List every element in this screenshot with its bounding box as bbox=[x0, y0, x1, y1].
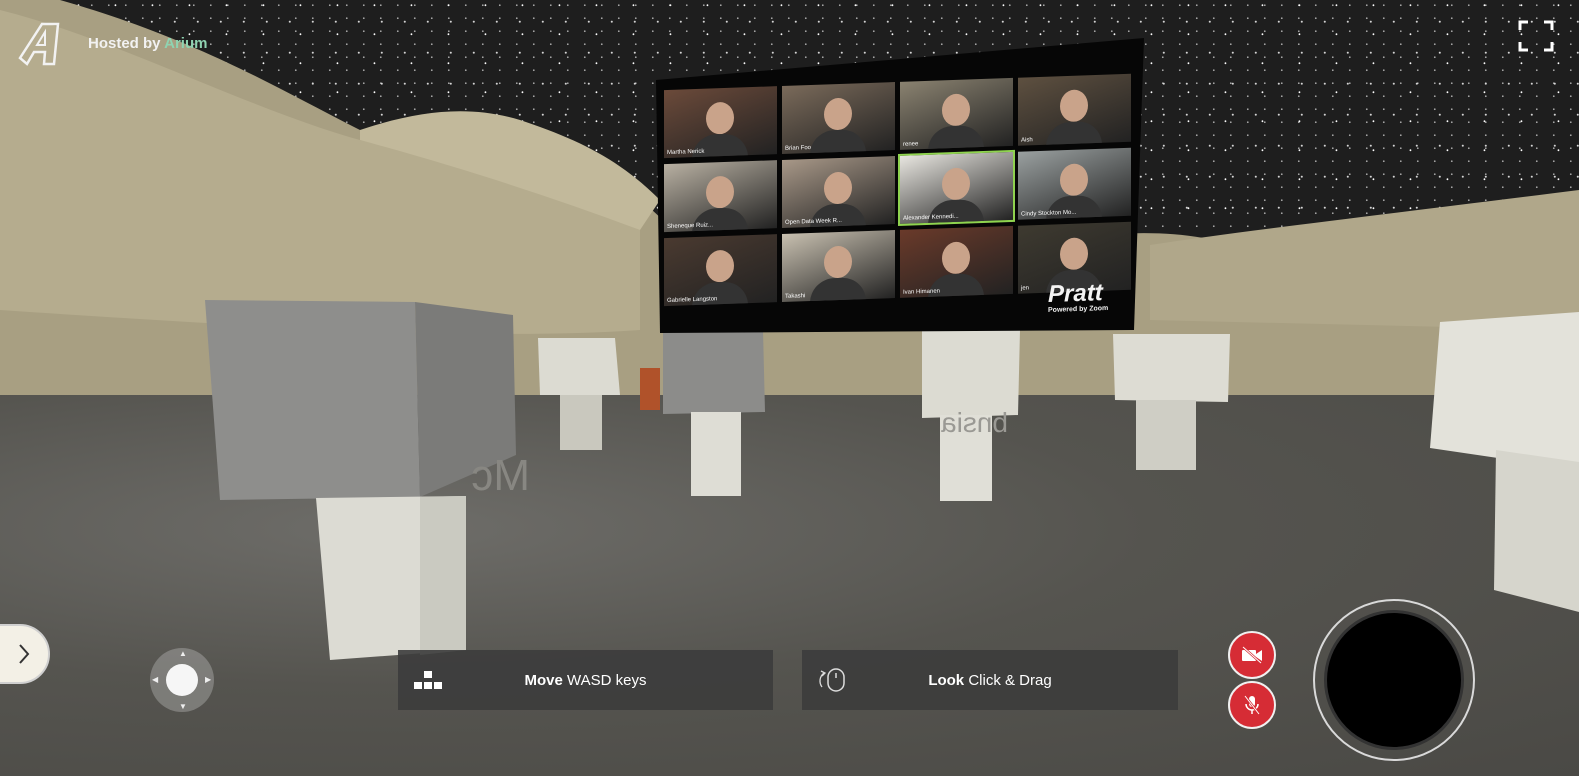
participant-figure bbox=[824, 97, 852, 131]
participant-figure bbox=[706, 175, 734, 209]
fullscreen-button[interactable] bbox=[1518, 20, 1554, 52]
participant-figure bbox=[942, 241, 970, 275]
participant-figure bbox=[942, 93, 970, 127]
participant-figure bbox=[824, 245, 852, 279]
joystick-knob[interactable] bbox=[166, 664, 198, 696]
arium-logo-icon[interactable] bbox=[14, 18, 64, 70]
participant-figure bbox=[824, 171, 852, 205]
participant-name: jen bbox=[1021, 285, 1030, 292]
participant-tile: Takashi bbox=[782, 230, 895, 302]
move-keys-label: WASD keys bbox=[567, 671, 647, 689]
camera-toggle-button[interactable] bbox=[1228, 631, 1276, 679]
look-action-label: Look bbox=[928, 671, 965, 689]
self-video-feed bbox=[1324, 610, 1464, 750]
look-hint: Look Click & Drag bbox=[802, 650, 1178, 710]
participant-tile: Open Data Week R... bbox=[782, 156, 895, 228]
participant-name: renee bbox=[903, 141, 919, 148]
participant-tile: Alexander Kennedi... bbox=[898, 149, 1015, 226]
mic-off-icon bbox=[1244, 695, 1260, 715]
fullscreen-icon bbox=[1518, 20, 1554, 52]
joystick-down-arrow: ▼ bbox=[179, 702, 187, 711]
keyboard-keys-icon bbox=[398, 669, 458, 691]
participant-tile: Brian Foo bbox=[782, 82, 895, 154]
look-keys-label: Click & Drag bbox=[968, 671, 1052, 689]
participant-name: Takashi bbox=[785, 293, 806, 300]
self-video-preview bbox=[1313, 599, 1475, 761]
chevron-right-icon bbox=[19, 644, 30, 664]
participant-figure bbox=[1060, 237, 1088, 271]
participant-name: Brian Foo bbox=[785, 144, 812, 152]
joystick[interactable]: ▲ ▼ ◀ ▶ bbox=[150, 648, 214, 712]
participant-name: Aish bbox=[1021, 137, 1033, 144]
move-action-label: Move bbox=[524, 671, 563, 689]
participant-tile: Gabrielle Langston bbox=[664, 234, 777, 307]
mic-toggle-button[interactable] bbox=[1228, 681, 1276, 729]
participant-body bbox=[928, 124, 984, 150]
host-name-link[interactable]: Arium bbox=[164, 35, 207, 52]
joystick-right-arrow: ▶ bbox=[205, 675, 212, 684]
participant-tile: Aish bbox=[1018, 73, 1131, 146]
hosted-prefix: Hosted by bbox=[88, 35, 161, 52]
camera-off-icon bbox=[1242, 646, 1262, 664]
participant-body bbox=[810, 129, 866, 154]
mouse-drag-icon bbox=[802, 665, 862, 695]
participant-tile: Sheneque Ruiz... bbox=[664, 160, 777, 233]
participant-figure bbox=[706, 101, 734, 135]
participant-tile: Ivan Himanen bbox=[900, 225, 1013, 298]
hosted-by-label: Hosted by Arium bbox=[88, 35, 207, 52]
participant-figure bbox=[1060, 89, 1088, 123]
participant-tile: Martha Nerick bbox=[664, 86, 777, 159]
participant-figure bbox=[1060, 163, 1088, 197]
sponsor-logo: Pratt Powered by Zoom bbox=[1048, 279, 1109, 315]
move-hint: Move WASD keys bbox=[398, 650, 773, 710]
participant-tile: renee bbox=[900, 77, 1013, 150]
joystick-up-arrow: ▲ bbox=[179, 649, 187, 658]
participant-body bbox=[810, 277, 866, 302]
joystick-left-arrow: ◀ bbox=[152, 675, 159, 684]
participant-figure bbox=[706, 249, 734, 283]
participant-tile: Cindy Stockton Mo... bbox=[1018, 147, 1131, 220]
participant-figure bbox=[942, 167, 970, 201]
participant-body bbox=[1046, 120, 1102, 146]
participant-name: Ivan Himanen bbox=[903, 288, 941, 296]
